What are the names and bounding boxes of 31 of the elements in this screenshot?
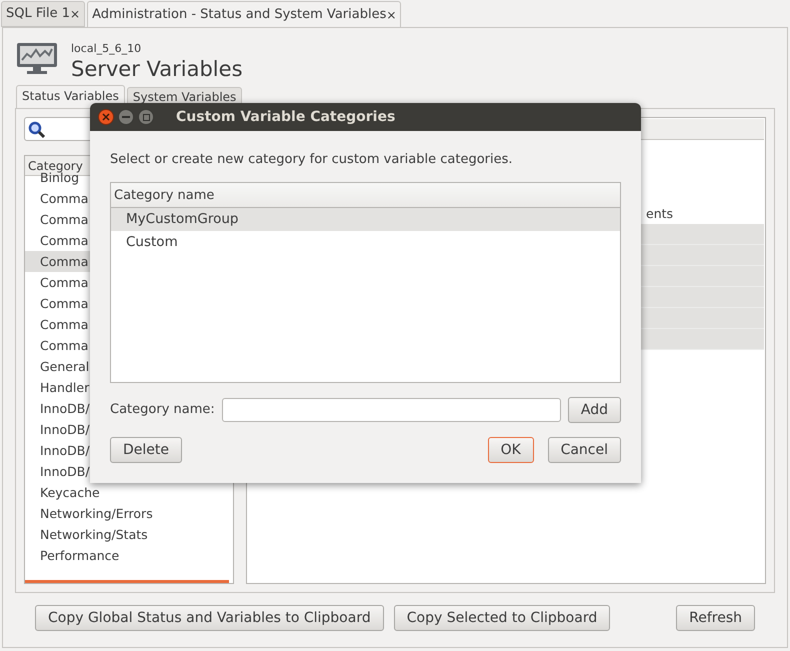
search-icon (28, 120, 45, 138)
page-title: Server Variables (71, 56, 243, 83)
category-name-item[interactable]: Custom (111, 231, 620, 254)
category-name-item[interactable]: MyCustomGroup (111, 208, 620, 231)
category-item[interactable]: Networking/Stats (25, 524, 233, 545)
document-tab[interactable]: Administration - Status and System Variables× (87, 1, 402, 27)
ok-button[interactable]: OK (488, 437, 534, 463)
category-item[interactable]: Networking/Errors (25, 503, 233, 524)
category-item[interactable]: Keycache (25, 482, 233, 503)
close-icon[interactable]: × (386, 6, 396, 24)
copy-all-button[interactable]: Copy Global Status and Variables to Clipboard (35, 605, 384, 631)
tab-label: SQL File 1 (6, 5, 70, 24)
cancel-button[interactable]: Cancel (548, 437, 621, 463)
field-label: Category name: (110, 401, 215, 420)
copy-selected-button[interactable]: Copy Selected to Clipboard (394, 605, 610, 631)
add-button[interactable]: Add (568, 397, 621, 423)
server-name: local_5_6_10 (71, 42, 142, 55)
minimize-icon[interactable] (118, 109, 134, 125)
monitor-chart-icon (16, 42, 58, 74)
refresh-button[interactable]: Refresh (676, 605, 755, 631)
close-icon[interactable] (98, 109, 114, 125)
panel-tab[interactable]: Status Variables (16, 85, 125, 108)
category-name-field[interactable] (222, 398, 561, 422)
tab-label: Administration - Status and System Variables (92, 6, 386, 24)
dialog-title: Custom Variable Categories (176, 108, 396, 126)
delete-button[interactable]: Delete (110, 437, 182, 463)
maximize-icon[interactable] (138, 109, 154, 125)
document-tab[interactable]: SQL File 1× (1, 1, 86, 27)
column-header: Category name (111, 183, 620, 208)
category-item[interactable]: Performance (25, 545, 233, 566)
close-icon[interactable]: × (70, 5, 80, 23)
